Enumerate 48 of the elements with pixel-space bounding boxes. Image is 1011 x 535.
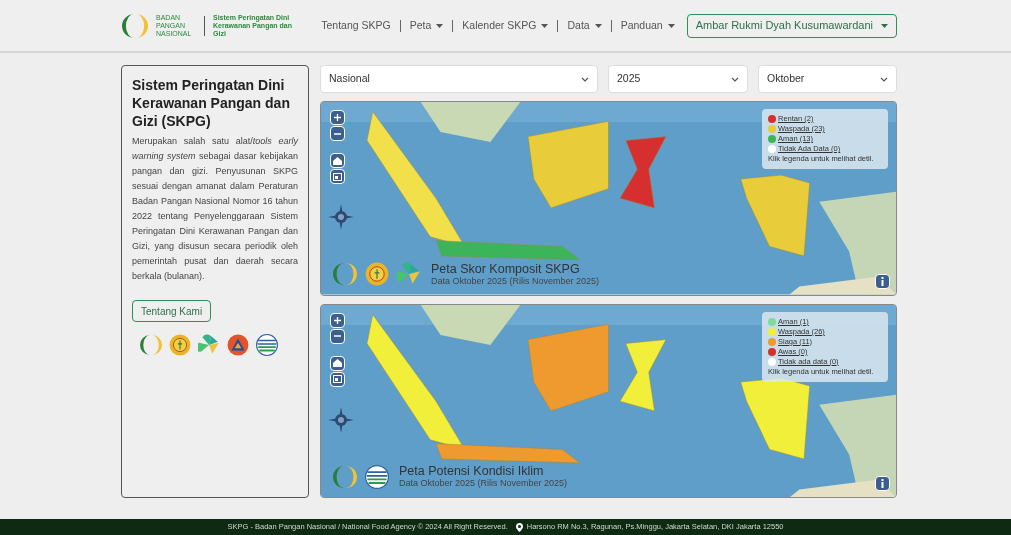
wave-logo-icon — [365, 464, 389, 489]
seal-logo-icon — [169, 334, 191, 356]
screen-icon — [333, 375, 342, 383]
home-button[interactable] — [330, 153, 345, 168]
home-icon — [333, 359, 342, 367]
crescent-logo-icon — [122, 12, 148, 39]
zoom-out-button[interactable] — [330, 126, 345, 141]
plus-icon — [334, 316, 341, 324]
caret-icon — [881, 23, 888, 28]
nav-link[interactable]: Tentang SKPG — [321, 17, 391, 34]
chevron-icon — [731, 76, 739, 82]
map-title: Peta Potensi Kondisi Iklim — [399, 464, 545, 478]
chevron-icon — [880, 76, 888, 82]
minus-icon — [334, 132, 341, 135]
crescent-logo-icon — [333, 262, 357, 286]
select-field[interactable]: Oktober — [758, 65, 897, 93]
triangle-logo-icon — [227, 334, 249, 356]
leaf-logo-icon — [198, 334, 220, 356]
select-field[interactable]: 2025 — [608, 65, 748, 93]
leaf-logo-icon — [397, 262, 421, 286]
seal-logo-icon — [365, 262, 389, 286]
plus-icon — [334, 114, 341, 121]
about-button[interactable]: Tentang Kami — [132, 300, 212, 322]
map-subtitle: Data Oktober 2025 (Rilis November 2025) — [431, 275, 600, 287]
wave-logo-icon — [256, 334, 278, 356]
zoom-in-button[interactable] — [330, 110, 345, 125]
screen-icon — [333, 172, 342, 181]
info-button[interactable] — [875, 476, 890, 491]
minus-icon — [334, 335, 341, 337]
crescent-logo-icon — [333, 464, 357, 489]
map-title: Peta Skor Komposit SKPG — [431, 261, 581, 276]
info-icon — [881, 276, 884, 286]
home-icon — [333, 156, 342, 165]
layers-button[interactable] — [330, 169, 345, 184]
map-subtitle: Data Oktober 2025 (Rilis November 2025) — [399, 478, 568, 489]
nav-link[interactable]: Peta — [409, 17, 444, 34]
intro-text: Merupakan salah satu alat/tools early warning system sebagai dasar kebijakan pangan dan gizi. Penyusunan SKPG sesuai dengan amanat dalam Peraturan Badan Pangan Nasional Nomor 16 tahun 2022 tentang Penyelenggaraan Sistem Peringatan Dini Kerawanan Pangan dan Gizi, yang disusun secara periodik oleh pemerintah pusat dan daerah secara berkala (bulanan). — [132, 135, 298, 283]
chevron-icon — [581, 76, 589, 82]
info-icon — [881, 479, 884, 488]
location-pin-icon — [515, 522, 523, 532]
nav-link[interactable]: Panduan — [620, 17, 675, 34]
user-menu-button[interactable]: Ambar Rukmi Dyah Kusumawardani — [686, 13, 897, 38]
compass-rose-icon — [328, 204, 354, 230]
intro-title: Sistem Peringatan Dini Kerawanan Pangan dan Gizi (SKPG) — [132, 76, 291, 130]
crescent-logo-icon — [140, 334, 162, 356]
nav-link[interactable]: Kalender SKPG — [462, 17, 549, 34]
select-field[interactable]: Nasional — [320, 65, 598, 93]
nav-link[interactable]: Data — [567, 17, 602, 34]
